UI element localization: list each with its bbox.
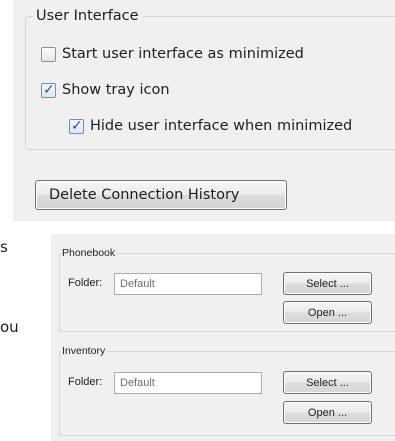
- phonebook-open-button[interactable]: Open ...: [283, 301, 372, 324]
- inventory-folder-label: Folder:: [68, 376, 103, 388]
- show-tray-icon-checkbox-box[interactable]: ✓: [41, 81, 56, 98]
- show-tray-icon-label: Show tray icon: [62, 82, 170, 98]
- user-interface-group-title: User Interface: [33, 7, 142, 25]
- cropped-text-fragment: s: [0, 238, 8, 256]
- inventory-folder-input[interactable]: Default: [114, 372, 262, 394]
- inventory-group-title: Inventory: [61, 345, 107, 358]
- folders-panel: Phonebook Folder: Default Select ... Ope…: [51, 234, 395, 441]
- inventory-select-button[interactable]: Select ...: [283, 371, 372, 394]
- checkmark-icon: ✓: [71, 117, 83, 134]
- cropped-text-fragment: ou: [0, 318, 19, 336]
- hide-when-minimized-label: Hide user interface when minimized: [90, 118, 353, 134]
- delete-connection-history-button[interactable]: Delete Connection History: [35, 180, 287, 210]
- phonebook-select-button[interactable]: Select ...: [283, 272, 372, 295]
- phonebook-folder-input[interactable]: Default: [114, 273, 262, 295]
- checkmark-icon: ✓: [43, 81, 55, 98]
- start-minimized-checkbox[interactable]: Start user interface as minimized: [41, 45, 304, 63]
- start-minimized-checkbox-box[interactable]: [41, 46, 56, 62]
- phonebook-folder-label: Folder:: [68, 277, 103, 289]
- show-tray-icon-checkbox[interactable]: ✓ Show tray icon: [41, 81, 170, 99]
- inventory-open-button[interactable]: Open ...: [283, 401, 372, 424]
- start-minimized-label: Start user interface as minimized: [62, 46, 304, 62]
- settings-panel: User Interface Start user interface as m…: [13, 0, 395, 221]
- hide-when-minimized-checkbox[interactable]: ✓ Hide user interface when minimized: [69, 117, 352, 135]
- hide-when-minimized-checkbox-box[interactable]: ✓: [69, 117, 84, 134]
- phonebook-group-title: Phonebook: [61, 247, 117, 260]
